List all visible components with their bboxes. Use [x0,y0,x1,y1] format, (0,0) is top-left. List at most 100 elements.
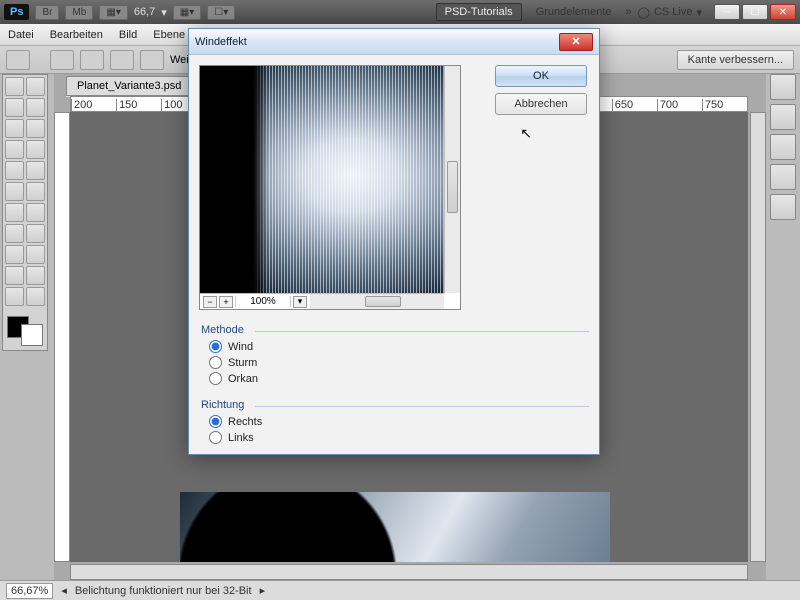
ok-button[interactable]: OK [495,65,587,87]
tool-history[interactable] [26,161,45,180]
screen-chip[interactable]: ☐▾ [207,5,235,20]
preview-zoom-value[interactable]: 100% [235,296,291,307]
status-message: Belichtung funktioniert nur bei 32-Bit [75,585,252,597]
bridge-chip[interactable]: Br [35,5,59,20]
radio-rechts-label: Rechts [228,416,262,428]
radio-links[interactable]: Links [209,431,589,444]
status-next-icon[interactable]: ▸ [260,584,266,597]
radio-sturm-label: Sturm [228,357,257,369]
document-tab[interactable]: Planet_Variante3.psd [66,76,192,96]
preview-vscroll[interactable] [444,66,460,293]
window-close-button[interactable]: ✕ [770,4,796,20]
view-chip[interactable]: ▦▾ [99,5,127,20]
radio-orkan-label: Orkan [228,373,258,385]
workspace-psd-tutorials[interactable]: PSD-Tutorials [436,3,522,21]
panel-icon-3[interactable] [770,134,796,160]
dialog-titlebar[interactable]: Windeffekt ✕ [189,29,599,55]
status-zoom[interactable]: 66,67% [6,583,53,599]
app-logo: Ps [4,4,29,20]
wind-filter-dialog: Windeffekt ✕ − + 100% ▾ OK Abbrechen ↖ M… [188,28,600,455]
status-prev-icon[interactable]: ◂ [61,584,67,597]
workspace-grundelemente[interactable]: Grundelemente [528,4,620,20]
minibridge-chip[interactable]: Mb [65,5,93,20]
document-hscroll[interactable] [70,564,748,580]
tool-stamp[interactable] [5,161,24,180]
toolbox [2,74,48,351]
cancel-button[interactable]: Abbrechen [495,93,587,115]
menu-bearbeiten[interactable]: Bearbeiten [50,29,103,41]
ruler-vertical [54,112,70,562]
ruler-tick: 750 [702,99,747,111]
menu-datei[interactable]: Datei [8,29,34,41]
selection-add[interactable] [80,50,104,70]
tool-blur[interactable] [5,203,24,222]
window-minimize-button[interactable]: ─ [714,4,740,20]
more-workspaces-icon[interactable]: » [626,6,632,18]
preview-vscroll-thumb[interactable] [447,161,458,213]
tool-zoom[interactable] [26,287,45,306]
ruler-tick: 150 [116,99,161,111]
document-vscroll[interactable] [750,112,766,562]
selection-subtract[interactable] [110,50,134,70]
tool-hand[interactable] [5,287,24,306]
window-maximize-button[interactable]: ☐ [742,4,768,20]
dialog-close-button[interactable]: ✕ [559,33,593,51]
tool-wand[interactable] [26,98,45,117]
tool-crop[interactable] [5,119,24,138]
arrange-chip[interactable]: ▦▾ [173,5,201,20]
tool-3d[interactable] [5,266,24,285]
tool-shape[interactable] [26,245,45,264]
radio-wind-label: Wind [228,341,253,353]
selection-intersect[interactable] [140,50,164,70]
radio-rechts[interactable]: Rechts [209,415,589,428]
tool-preset-slot[interactable] [6,50,30,70]
tool-pen[interactable] [5,224,24,243]
ruler-tick: 650 [612,99,657,111]
menu-bild[interactable]: Bild [119,29,137,41]
refine-edge-button[interactable]: Kante verbessern... [677,50,794,70]
panel-dock [770,74,798,220]
preview-zoom-out[interactable]: − [203,296,217,308]
color-swatches[interactable] [5,314,45,348]
status-bar: 66,67% ◂ Belichtung funktioniert nur bei… [0,580,800,600]
panel-icon-2[interactable] [770,104,796,130]
tool-eraser[interactable] [5,182,24,201]
ruler-tick: 700 [657,99,702,111]
tool-move[interactable] [26,77,45,96]
preview-zoom-dropdown[interactable]: ▾ [293,296,307,308]
tool-heal[interactable] [5,140,24,159]
selection-new[interactable] [50,50,74,70]
tool-3dcam[interactable] [26,266,45,285]
radio-orkan[interactable]: Orkan [209,372,589,385]
tool-gradient[interactable] [26,182,45,201]
panel-icon-1[interactable] [770,74,796,100]
panel-icon-4[interactable] [770,164,796,190]
preview-box: − + 100% ▾ [199,65,461,310]
tool-type[interactable] [26,224,45,243]
tool-eyedropper[interactable] [26,119,45,138]
radio-links-label: Links [228,432,254,444]
panel-icon-5[interactable] [770,194,796,220]
application-bar: Ps Br Mb ▦▾ 66,7 ▾ ▦▾ ☐▾ PSD-Tutorials G… [0,0,800,24]
preview-zoom-in[interactable]: + [219,296,233,308]
menu-ebene[interactable]: Ebene [153,29,185,41]
radio-wind[interactable]: Wind [209,340,589,353]
ruler-tick: 200 [71,99,116,111]
cslive-button[interactable]: ◯ CS Live ▾ [638,6,702,19]
cslive-label: CS Live [654,6,693,18]
tool-brush[interactable] [26,140,45,159]
cursor-icon: ↖ [520,125,532,142]
radio-sturm[interactable]: Sturm [209,356,589,369]
preview-image[interactable] [200,66,444,294]
preview-hscroll[interactable] [310,293,444,309]
methode-label: Methode [199,324,589,336]
preview-zoom-controls: − + 100% ▾ [200,293,310,309]
tool-marquee[interactable] [5,77,24,96]
background-color[interactable] [21,324,43,346]
tool-lasso[interactable] [5,98,24,117]
tool-dodge[interactable] [26,203,45,222]
zoom-dropdown-icon[interactable]: ▾ [161,6,167,19]
zoom-display[interactable]: 66,7 [134,6,155,18]
preview-hscroll-thumb[interactable] [365,296,401,307]
tool-path[interactable] [5,245,24,264]
